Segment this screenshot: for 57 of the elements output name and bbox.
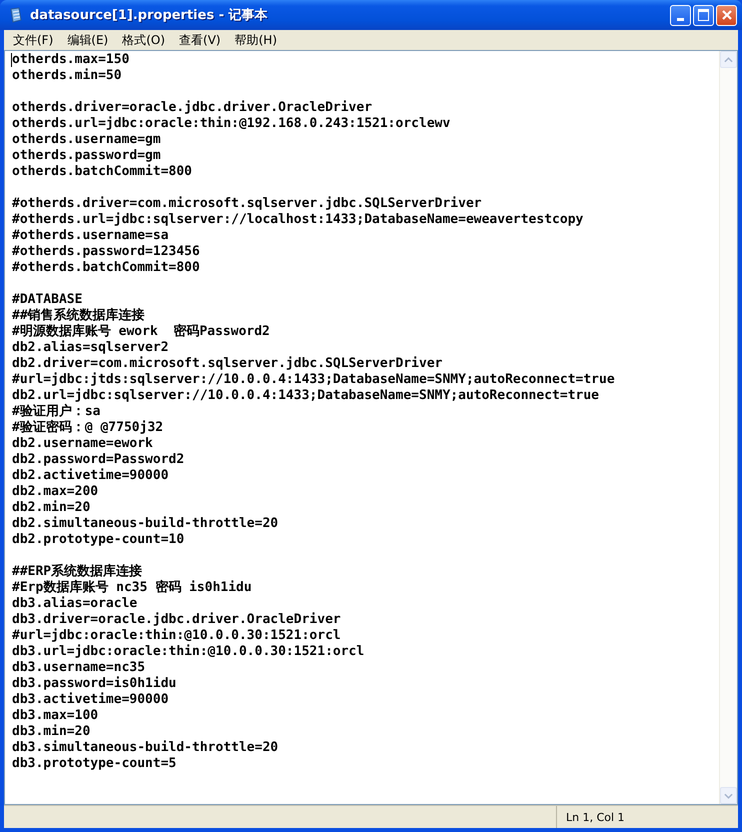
text-line: ##销售系统数据库连接	[12, 308, 145, 324]
text-line: ##ERP系统数据库连接	[12, 564, 142, 580]
minimize-button[interactable]	[670, 4, 691, 26]
text-line: #明源数据库账号 ework 密码Password2	[12, 324, 270, 340]
minimize-icon	[677, 18, 684, 20]
text-line: #url=jdbc:jtds:sqlserver://10.0.0.4:1433;DatabaseName=SNMY;autoReconnect=true	[12, 372, 615, 388]
text-line: db3.max=100	[12, 708, 98, 724]
text-line: #otherds.password=123456	[12, 244, 200, 260]
text-line: otherds.url=jdbc:oracle:thin:@192.168.0.243:1521:orclewv	[12, 116, 450, 132]
text-line: db3.activetime=90000	[12, 692, 169, 708]
maximize-button[interactable]	[693, 4, 714, 26]
menu-item[interactable]: 编辑(E)	[60, 32, 116, 48]
text-line: otherds.batchCommit=800	[12, 164, 192, 180]
text-line: db3.prototype-count=5	[12, 756, 176, 772]
text-line: db3.password=is0h1idu	[12, 676, 176, 692]
text-line: db2.driver=com.microsoft.sqlserver.jdbc.SQLServerDriver	[12, 356, 442, 372]
text-line: db3.driver=oracle.jdbc.driver.OracleDriver	[12, 612, 341, 628]
text-line: #验证密码：@ @7750j32	[12, 420, 164, 436]
text-line: db2.password=Password2	[12, 452, 184, 468]
caret-up-icon	[724, 56, 733, 62]
text-line: #otherds.url=jdbc:sqlserver://localhost:1433;DatabaseName=eweavertestcopy	[12, 212, 584, 228]
text-line: db2.min=20	[12, 500, 90, 516]
caret-down-icon	[724, 792, 733, 798]
text-line: db2.max=200	[12, 484, 98, 500]
text-line: #otherds.driver=com.microsoft.sqlserver.jdbc.SQLServerDriver	[12, 196, 482, 212]
cursor-position: Ln 1, Col 1	[565, 810, 625, 824]
text-line: otherds.max=150	[12, 52, 130, 68]
text-line: #otherds.username=sa	[12, 228, 169, 244]
notepad-icon	[8, 7, 24, 23]
text-line: db3.url=jdbc:oracle:thin:@10.0.0.30:1521:orcl	[12, 644, 364, 660]
menu-item[interactable]: 帮助(H)	[228, 32, 284, 48]
text-line: db3.simultaneous-build-throttle=20	[12, 740, 278, 756]
window-title: datasource[1].properties - 记事本	[30, 7, 269, 24]
maximize-icon	[698, 9, 709, 21]
text-line: db2.activetime=90000	[12, 468, 169, 484]
text-line: otherds.username=gm	[12, 132, 161, 148]
menu-item[interactable]: 查看(V)	[172, 32, 228, 48]
text-line: otherds.min=50	[12, 68, 122, 84]
text-line: #Erp数据库账号 nc35 密码 is0h1idu	[12, 580, 252, 596]
text-line: #url=jdbc:oracle:thin:@10.0.0.30:1521:orcl	[12, 628, 341, 644]
close-button[interactable]	[716, 4, 737, 26]
text-line: #DATABASE	[12, 292, 82, 308]
text-line: db2.alias=sqlserver2	[12, 340, 169, 356]
text-line: #验证用户：sa	[12, 404, 100, 420]
text-line: otherds.password=gm	[12, 148, 161, 164]
text-line: db3.username=nc35	[12, 660, 146, 676]
menu-item[interactable]: 格式(O)	[115, 32, 172, 48]
close-icon	[720, 9, 732, 21]
text-line: db2.prototype-count=10	[12, 532, 184, 548]
text-line: db3.min=20	[12, 724, 90, 740]
text-line: db2.url=jdbc:sqlserver://10.0.0.4:1433;DatabaseName=SNMY;autoReconnect=true	[12, 388, 599, 404]
text-line: db2.username=ework	[12, 436, 153, 452]
menu-item[interactable]: 文件(F)	[6, 32, 60, 48]
text-line: db3.alias=oracle	[12, 596, 138, 612]
text-line: db2.simultaneous-build-throttle=20	[12, 516, 278, 532]
text-line: otherds.driver=oracle.jdbc.driver.OracleDriver	[12, 100, 372, 116]
text-line: #otherds.batchCommit=800	[12, 260, 200, 276]
